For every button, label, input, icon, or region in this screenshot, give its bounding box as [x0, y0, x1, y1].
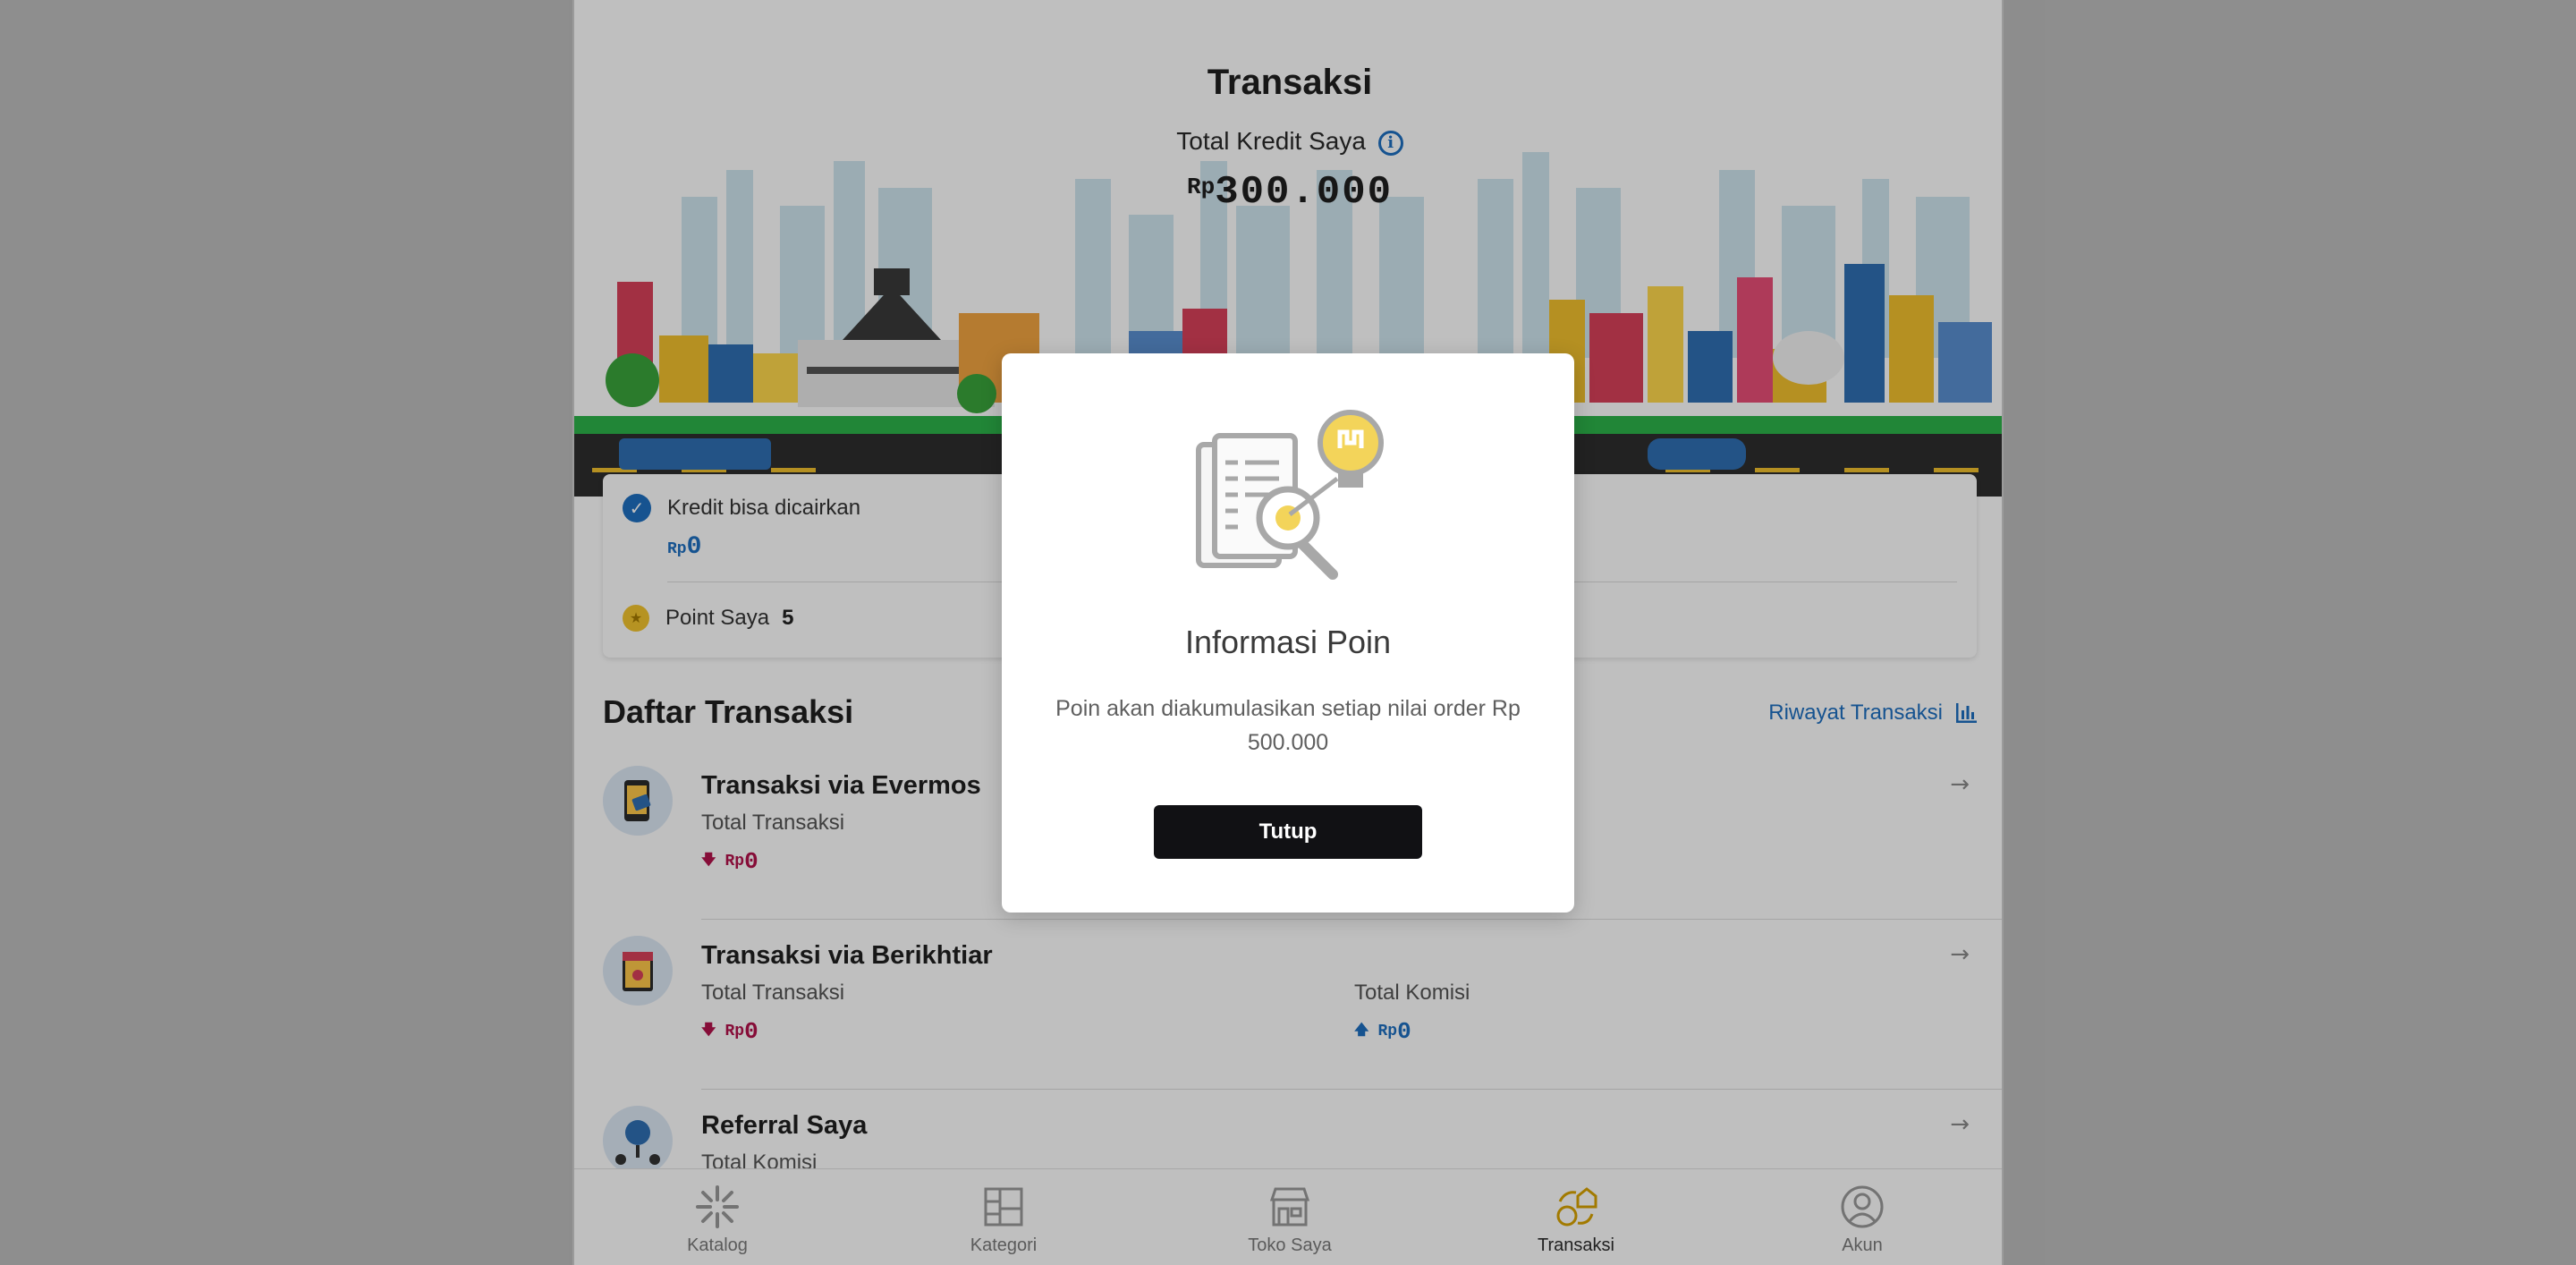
modal-description: Poin akan diakumulasikan setiap nilai or…: [1055, 696, 1521, 755]
modal-title: Informasi Poin: [1184, 624, 1392, 660]
points-info-modal: Informasi Poin Poin akan diakumulasikan …: [1002, 353, 1574, 913]
document-search-illustration: [1196, 410, 1384, 580]
close-button[interactable]: Tutup: [1154, 805, 1422, 859]
